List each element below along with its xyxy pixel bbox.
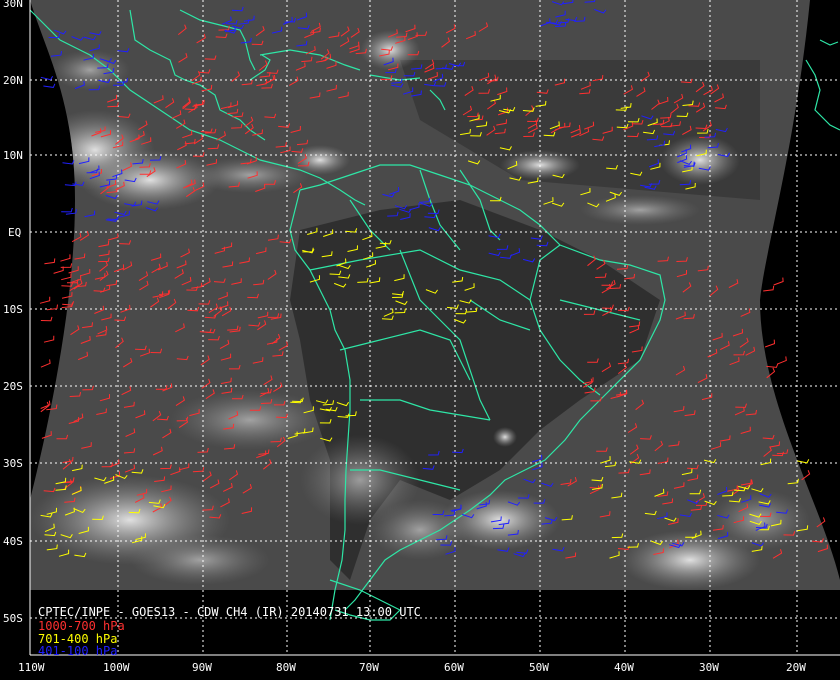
lon-label: 20W [786, 661, 806, 674]
lon-label: 90W [192, 661, 212, 674]
lat-label: EQ [8, 226, 21, 239]
lon-label: 60W [444, 661, 464, 674]
lat-label: 30S [3, 457, 23, 470]
lon-label: 70W [359, 661, 379, 674]
map-caption: CPTEC/INPE - GOES13 - CDW CH4 (IR) 20140… [38, 605, 421, 619]
legend-high-level: 401-100 hPa [38, 644, 117, 658]
lon-label: 80W [276, 661, 296, 674]
lat-label: 40S [3, 535, 23, 548]
lon-label: 40W [614, 661, 634, 674]
lat-label: 10S [3, 303, 23, 316]
lat-label: 50S [3, 612, 23, 625]
lon-label: 30W [699, 661, 719, 674]
lat-label: 10N [3, 149, 23, 162]
lat-label: 20N [3, 74, 23, 87]
lon-label: 110W [18, 661, 45, 674]
lon-label: 50W [529, 661, 549, 674]
legend-low-level: 1000-700 hPa [38, 619, 125, 633]
satellite-wind-map: 30N 20N 10N EQ 10S 20S 30S 40S 50S 110W … [0, 0, 840, 680]
lat-label: 30N [3, 0, 23, 10]
lat-label: 20S [3, 380, 23, 393]
lon-label: 100W [103, 661, 130, 674]
